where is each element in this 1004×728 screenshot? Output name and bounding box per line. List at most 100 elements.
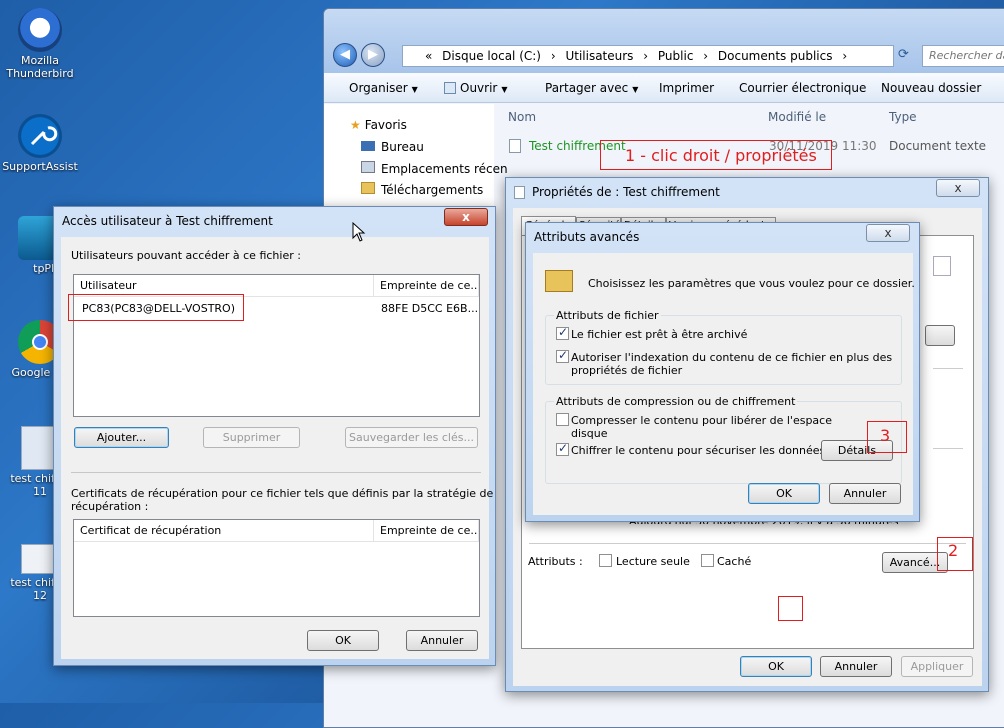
recovery-label-line2: récupération : — [71, 500, 149, 513]
nav-emplacements[interactable]: Emplacements récen — [361, 161, 508, 176]
cancel-button[interactable]: Annuler — [829, 483, 901, 504]
backup-keys-button[interactable]: Sauvegarder les clés... — [345, 427, 478, 448]
advanced-intro: Choisissez les paramètres que vous voule… — [588, 277, 915, 290]
nav-bureau-label: Bureau — [381, 140, 424, 154]
breadcrumb-public[interactable]: Public — [658, 49, 694, 63]
partager-label: Partager avec — [545, 81, 629, 95]
readonly-checkbox[interactable] — [599, 554, 612, 567]
encrypt-checkbox[interactable] — [556, 441, 569, 456]
remove-button[interactable]: Supprimer — [203, 427, 300, 448]
breadcrumb-sep: « — [425, 49, 433, 63]
archive-checkbox[interactable] — [556, 325, 569, 340]
index-checkbox[interactable] — [556, 348, 569, 363]
chevron-down-icon: ▼ — [501, 85, 508, 94]
advanced-attributes-dialog: Attributs avancés x Choisissez les param… — [525, 222, 920, 522]
desktop-icon-supportassist[interactable]: SupportAssist — [0, 114, 80, 173]
properties-file-icon — [514, 186, 525, 199]
recovery-label-line1: Certificats de récupération pour ce fich… — [71, 487, 494, 500]
breadcrumb-documents[interactable]: Documents publics — [718, 49, 833, 63]
ouvrir-label: Ouvrir — [460, 81, 498, 95]
desktop-icon-label: Thunderbird — [6, 67, 74, 80]
recovery-list[interactable]: Certificat de récupération Empreinte de … — [73, 519, 480, 617]
wrench-icon — [18, 114, 62, 158]
file-type: Document texte — [889, 139, 987, 153]
add-button[interactable]: Ajouter... — [74, 427, 169, 448]
close-button[interactable]: x — [444, 208, 488, 226]
close-icon: x — [884, 226, 892, 240]
mouse-cursor-icon — [352, 222, 366, 242]
courrier-button[interactable]: Courrier électronique — [739, 81, 866, 95]
nav-bureau[interactable]: Bureau — [361, 140, 424, 154]
nav-telechargements-label: Téléchargements — [381, 183, 484, 197]
downloads-icon — [361, 182, 375, 194]
apply-button[interactable]: Appliquer — [901, 656, 973, 677]
annotation-step-2: 2 — [948, 541, 959, 560]
cancel-button[interactable]: Annuler — [406, 630, 478, 651]
ok-button[interactable]: OK — [748, 483, 820, 504]
partager-menu[interactable]: Partager avec ▼ — [545, 81, 638, 95]
text-file-icon — [509, 139, 521, 153]
breadcrumb-disk[interactable]: Disque local (C:) — [442, 49, 541, 63]
encrypt-label: Chiffrer le contenu pour sécuriser les d… — [571, 444, 826, 457]
ok-button[interactable]: OK — [740, 656, 812, 677]
desktop-icon-label: Mozilla — [21, 54, 59, 67]
index-label-line2: propriétés de fichier — [571, 364, 683, 377]
users-label: Utilisateurs pouvant accéder à ce fichie… — [71, 249, 301, 262]
separator — [933, 448, 963, 449]
annotation-step-3: 3 — [880, 426, 891, 445]
refresh-icon[interactable]: ⟳ — [898, 47, 916, 65]
desktop-icon — [361, 141, 375, 151]
access-title: Accès utilisateur à Test chiffrement — [62, 214, 273, 228]
column-name[interactable]: Nom — [508, 110, 536, 124]
close-icon: x — [954, 181, 962, 195]
breadcrumb-users[interactable]: Utilisateurs — [565, 49, 633, 63]
close-button[interactable]: x — [936, 179, 980, 197]
compress-checkbox[interactable] — [556, 413, 569, 426]
user-access-dialog: Accès utilisateur à Test chiffrement x U… — [53, 206, 496, 666]
address-bar[interactable]: « Disque local (C:) › Utilisateurs › Pub… — [402, 45, 894, 67]
column-print[interactable]: Empreinte de ce... — [374, 520, 479, 542]
compression-title: Attributs de compression ou de chiffreme… — [554, 395, 798, 408]
column-modified[interactable]: Modifié le — [768, 110, 826, 124]
nav-emplacements-label: Emplacements récen — [381, 162, 508, 176]
annotation-box-user — [68, 294, 244, 321]
nouveau-dossier-button[interactable]: Nouveau dossier — [881, 81, 981, 95]
cancel-button[interactable]: Annuler — [820, 656, 892, 677]
thunderbird-icon — [18, 8, 62, 52]
folder-lock-icon — [545, 270, 573, 292]
organiser-label: Organiser — [349, 81, 408, 95]
forward-button[interactable]: ▶ — [361, 43, 385, 67]
properties-title: Propriétés de : Test chiffrement — [532, 185, 720, 199]
nav-favoris-label: Favoris — [364, 118, 407, 132]
nav-telechargements[interactable]: Téléchargements — [361, 182, 483, 197]
column-certificate[interactable]: Certificat de récupération — [74, 520, 374, 542]
organiser-menu[interactable]: Organiser ▼ — [349, 81, 418, 95]
close-button[interactable]: x — [866, 224, 910, 242]
hidden-checkbox[interactable] — [701, 554, 714, 567]
ok-button[interactable]: OK — [307, 630, 379, 651]
nav-favoris[interactable]: ★ Favoris — [350, 118, 407, 132]
column-type[interactable]: Type — [889, 110, 917, 124]
close-icon: x — [462, 210, 470, 224]
annotation-step-1: 1 - clic droit / propriétés — [625, 146, 817, 165]
breadcrumb-sep: › — [703, 49, 709, 63]
notepad-icon — [444, 82, 456, 94]
modifier-button-edge[interactable] — [925, 325, 955, 346]
imprimer-button[interactable]: Imprimer — [659, 81, 714, 95]
advanced-client: Choisissez les paramètres que vous voule… — [533, 253, 915, 515]
user-print: 88FE D5CC E6B... — [381, 302, 479, 315]
wrench-glyph — [30, 126, 58, 146]
breadcrumb-sep: › — [842, 49, 848, 63]
search-input[interactable]: Rechercher dans — [922, 45, 1004, 67]
annotation-box-empty — [778, 596, 803, 621]
ouvrir-menu[interactable]: Ouvrir ▼ — [444, 81, 508, 95]
archive-label: Le fichier est prêt à être archivé — [571, 328, 748, 341]
hidden-label: Caché — [717, 555, 752, 568]
desktop-icon-thunderbird[interactable]: Mozilla Thunderbird — [0, 8, 80, 80]
column-print[interactable]: Empreinte de ce... — [374, 275, 479, 297]
back-button[interactable]: ◀ — [333, 43, 357, 67]
readonly-label: Lecture seule — [616, 555, 690, 568]
separator — [933, 368, 963, 369]
filename-field-edge — [933, 256, 951, 276]
desktop-icon-label: SupportAssist — [2, 160, 78, 173]
